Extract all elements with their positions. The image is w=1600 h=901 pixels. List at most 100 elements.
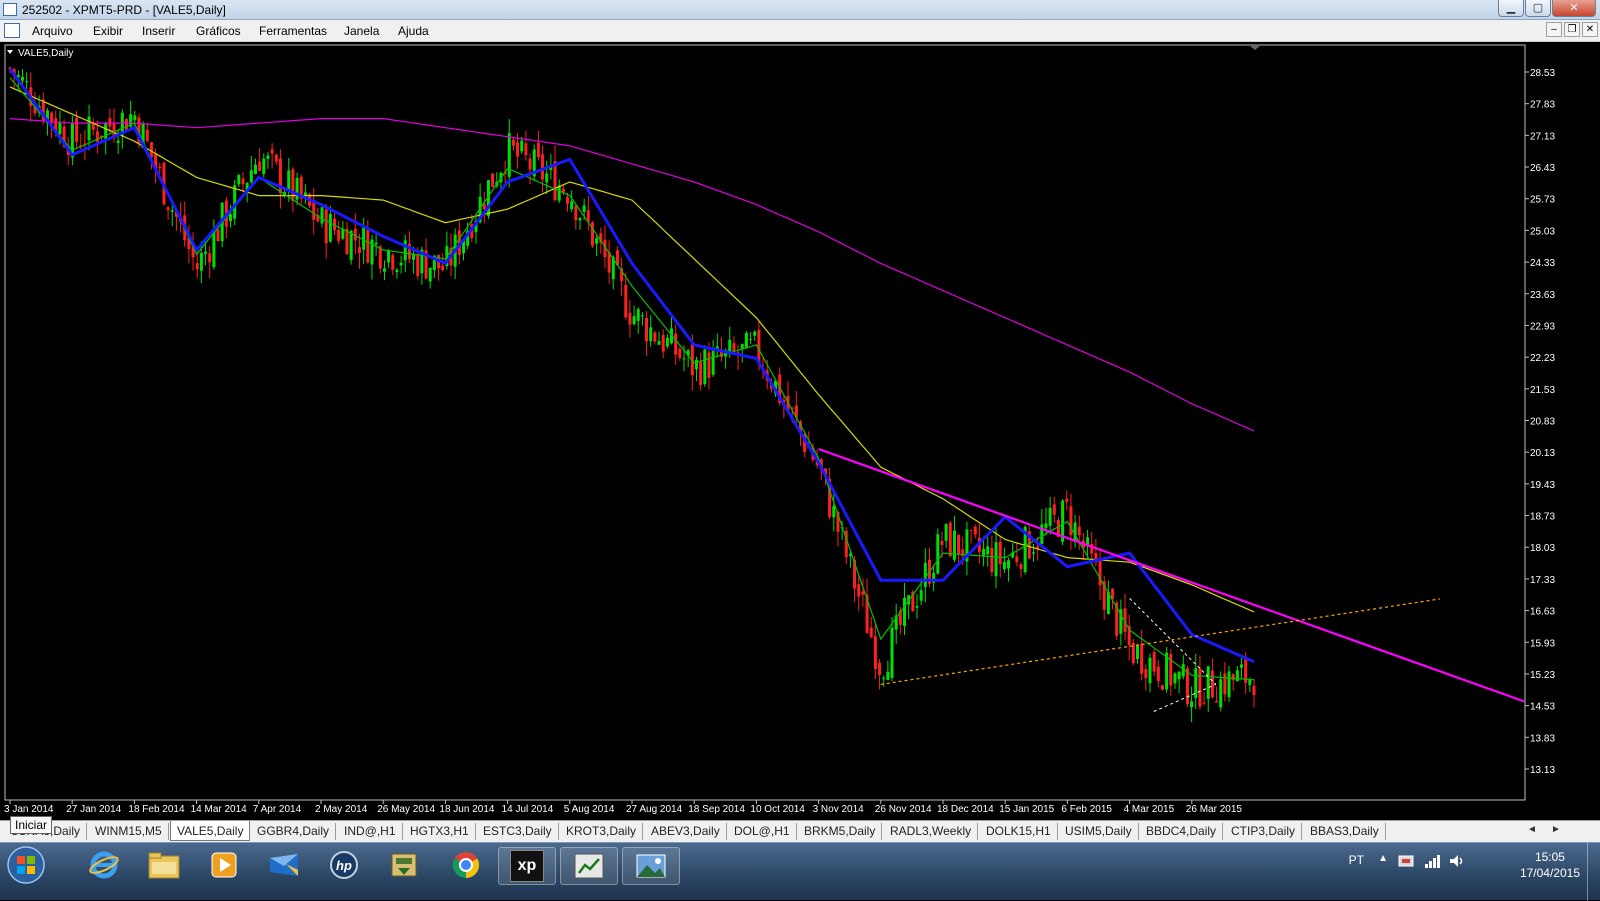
minimize-button[interactable]: ▁: [1498, 0, 1524, 17]
menu-ferramentas[interactable]: Ferramentas: [259, 24, 327, 38]
tab-abev3-daily[interactable]: ABEV3,Daily: [645, 823, 727, 840]
candle-body: [328, 213, 332, 242]
app-icon: [3, 3, 17, 16]
tab-bbdc4-daily[interactable]: BBDC4,Daily: [1140, 823, 1224, 840]
taskbar-internet-explorer[interactable]: [76, 847, 132, 883]
candle-body: [491, 173, 495, 188]
candle-body: [570, 201, 574, 210]
taskbar-clock[interactable]: 15:05 17/04/2015: [1520, 849, 1580, 881]
taskbar-image-viewer[interactable]: [622, 847, 680, 885]
tab-winm15-m5[interactable]: WINM15,M5: [89, 823, 169, 840]
taskbar-metatrader-window[interactable]: [560, 847, 618, 885]
candle-body: [661, 334, 665, 352]
candle-body: [1173, 673, 1177, 684]
candle-body: [158, 166, 162, 169]
price-label: 20.13: [1530, 448, 1555, 459]
tab-scroll-right[interactable]: ►: [1551, 824, 1561, 835]
chart-document-icon[interactable]: [4, 23, 20, 38]
candle-body: [216, 229, 220, 242]
candle-body: [133, 115, 137, 121]
taskbar-chrome[interactable]: [438, 847, 494, 883]
candle-body: [1156, 666, 1160, 682]
volume-icon[interactable]: [1448, 853, 1466, 869]
price-label: 23.63: [1530, 290, 1555, 301]
menu-inserir[interactable]: Inserir: [142, 24, 175, 38]
menu-ajuda[interactable]: Ajuda: [398, 24, 429, 38]
candle-body: [270, 149, 274, 154]
candle-body: [149, 142, 153, 158]
taskbar-file-explorer[interactable]: [136, 847, 192, 883]
candle-body: [582, 205, 586, 212]
taskbar-app-manager[interactable]: [376, 847, 432, 883]
date-label: 26 Mar 2015: [1186, 804, 1243, 815]
mdi-minimize-button[interactable]: –: [1546, 22, 1562, 37]
candle-body: [857, 584, 861, 597]
menu-arquivo[interactable]: Arquivo: [32, 24, 73, 38]
candle-body: [1052, 504, 1056, 515]
tab-estc3-daily[interactable]: ESTC3,Daily: [477, 823, 559, 840]
windows-orb-icon: [7, 846, 45, 884]
tab-dolk15-h1[interactable]: DOLK15,H1: [980, 823, 1058, 840]
candle-body: [882, 677, 886, 679]
candle-body: [274, 154, 278, 162]
menu-janela[interactable]: Janela: [344, 24, 379, 38]
date-label: 3 Jan 2014: [4, 804, 54, 815]
start-button[interactable]: [2, 846, 50, 884]
mdi-close-button[interactable]: ✕: [1582, 22, 1598, 37]
taskbar-media-player[interactable]: [196, 847, 252, 883]
maximize-button[interactable]: ▢: [1525, 0, 1551, 17]
candle-body: [578, 218, 582, 221]
tab-dol-h1[interactable]: DOL@,H1: [728, 823, 797, 840]
price-label: 15.23: [1530, 670, 1555, 681]
candle-body: [973, 526, 977, 535]
candle-body: [1019, 564, 1023, 570]
show-desktop-button[interactable]: [1587, 843, 1600, 901]
tab-vale5-daily[interactable]: VALE5,Daily: [170, 821, 251, 841]
taskbar-outlook[interactable]: [256, 847, 312, 883]
price-chart[interactable]: VALE5,Daily 28.53 27.83 27.13 26.43 25.73 25.…: [0, 42, 1600, 820]
date-label: 4 Mar 2015: [1124, 804, 1175, 815]
price-label: 24.33: [1530, 258, 1555, 269]
candle-body: [362, 227, 366, 250]
candle-body: [233, 185, 237, 219]
menu-graficos[interactable]: Gráficos: [196, 24, 241, 38]
tab-hgtx3-h1[interactable]: HGTX3,H1: [404, 823, 476, 840]
candle-body: [541, 154, 545, 180]
tab-ind-h1[interactable]: IND@,H1: [338, 823, 403, 840]
taskbar-xp-investimentos[interactable]: xp: [498, 847, 556, 885]
tab-ggbr4-daily[interactable]: GGBR4,Daily: [251, 823, 337, 840]
candle-body: [1144, 669, 1148, 679]
taskbar-hp[interactable]: hp: [316, 847, 372, 883]
tab-ctip3-daily[interactable]: CTIP3,Daily: [1225, 823, 1303, 840]
tab-brkm5-daily[interactable]: BRKM5,Daily: [798, 823, 883, 840]
candle-body: [249, 170, 253, 183]
input-language[interactable]: PT: [1349, 853, 1364, 867]
menu-exibir[interactable]: Exibir: [93, 24, 123, 38]
candle-body: [632, 316, 636, 325]
close-button[interactable]: ✕: [1552, 0, 1596, 17]
candle-body: [553, 161, 557, 200]
candle-body: [403, 240, 407, 261]
price-label: 26.43: [1530, 163, 1555, 174]
tab-bbas3-daily[interactable]: BBAS3,Daily: [1304, 823, 1386, 840]
hp-icon: hp: [330, 851, 358, 879]
candle-body: [678, 348, 682, 358]
candle-body: [516, 142, 520, 157]
mdi-restore-button[interactable]: ❐: [1564, 22, 1580, 37]
network-signal-icon[interactable]: [1424, 853, 1442, 869]
tab-usim5-daily[interactable]: USIM5,Daily: [1059, 823, 1139, 840]
tray-action-center-icon[interactable]: [1398, 855, 1414, 869]
candle-body: [1007, 560, 1011, 569]
metatrader-icon: [574, 853, 604, 879]
tab-radl3-weekly[interactable]: RADL3,Weekly: [884, 823, 979, 840]
candle-body: [1198, 668, 1202, 707]
date-label: 7 Apr 2014: [253, 804, 302, 815]
tab-krot3-daily[interactable]: KROT3,Daily: [560, 823, 644, 840]
candle-body: [1215, 701, 1219, 703]
tray-expand-icon[interactable]: ▲: [1378, 853, 1388, 864]
media-player-icon: [211, 852, 237, 878]
candle-body: [986, 546, 990, 555]
tab-scroll-left[interactable]: ◄: [1527, 824, 1537, 835]
candle-body: [873, 636, 877, 670]
date-label: 18 Jun 2014: [439, 804, 494, 815]
